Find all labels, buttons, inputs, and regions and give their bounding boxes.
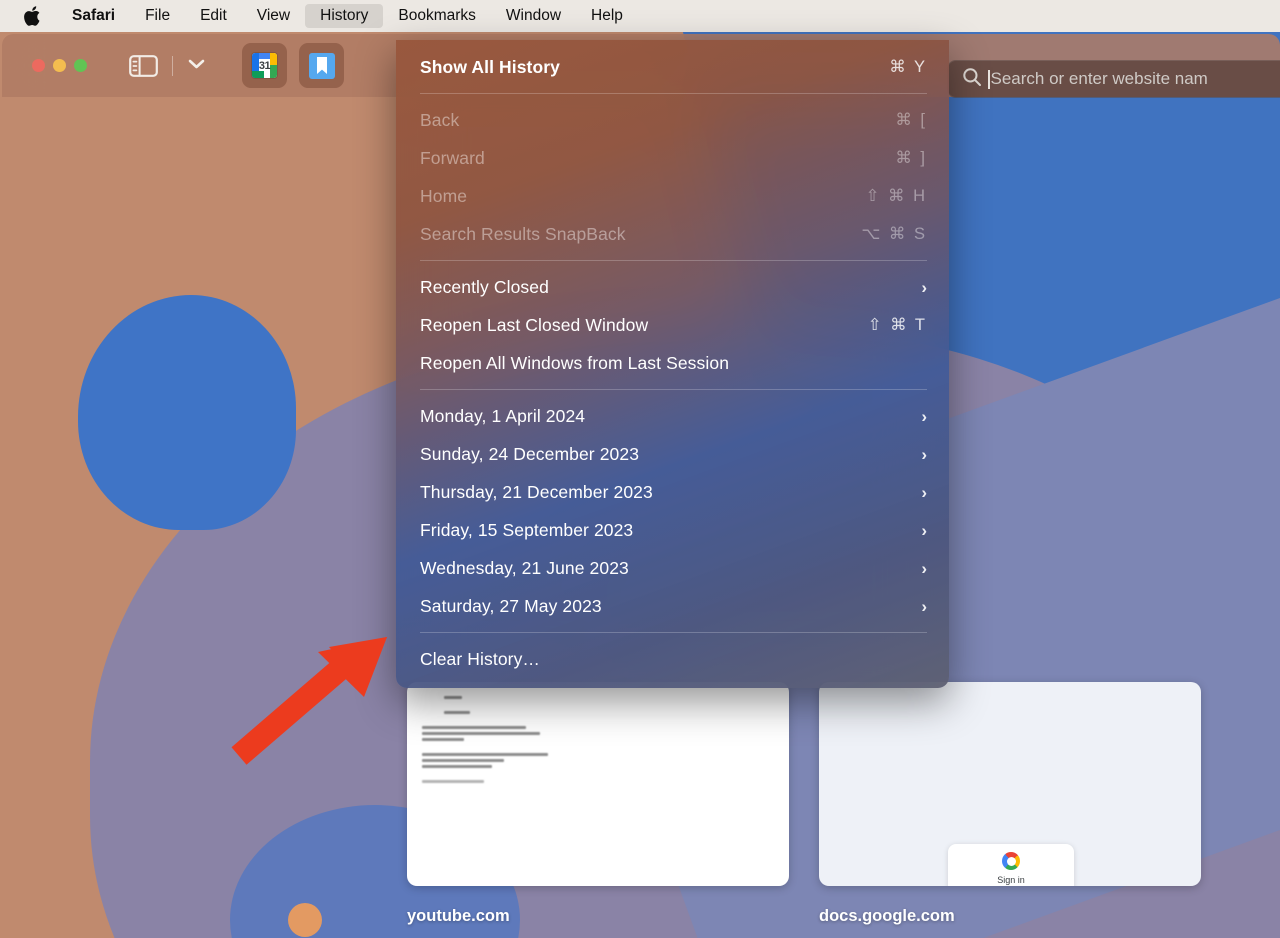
- menu-item-history-date[interactable]: Wednesday, 21 June 2023 ›: [396, 549, 949, 587]
- menubar-item-file[interactable]: File: [130, 4, 185, 28]
- menubar-item-view[interactable]: View: [242, 4, 305, 28]
- menu-item-label: Monday, 1 April 2024: [420, 405, 586, 426]
- tab-bookmarks[interactable]: [299, 43, 344, 88]
- favorite-tile-youtube[interactable]: youtube.com: [407, 682, 789, 926]
- text-caret: [988, 69, 990, 89]
- youtube-footer-preview: [422, 696, 548, 786]
- menu-item-label: Home: [420, 185, 468, 206]
- menu-item-shortcut: ⌘ Y: [889, 58, 927, 76]
- menu-item-search-results-snapback: Search Results SnapBack ⌥ ⌘ S: [396, 215, 949, 253]
- menu-section: Back ⌘ [ Forward ⌘ ] Home ⇧ ⌘ H Search R…: [396, 101, 949, 253]
- submenu-chevron-icon: ›: [921, 520, 927, 540]
- menu-item-reopen-last-closed-window[interactable]: Reopen Last Closed Window ⇧ ⌘ T: [396, 306, 949, 344]
- menu-separator: [420, 260, 927, 261]
- menu-separator: [420, 632, 927, 633]
- screen: youtube.com Sign in docs.google.com 31 S…: [0, 0, 1280, 938]
- menubar-item-window[interactable]: Window: [491, 4, 576, 28]
- menu-item-label: Saturday, 27 May 2023: [420, 595, 602, 616]
- menu-section: Recently Closed › Reopen Last Closed Win…: [396, 268, 949, 382]
- bookmark-icon: [308, 52, 335, 79]
- tab-google-calendar[interactable]: 31: [242, 43, 287, 88]
- menu-item-shortcut: ⌥ ⌘ S: [861, 225, 927, 243]
- menu-item-label: Back: [420, 109, 460, 130]
- menu-item-recently-closed[interactable]: Recently Closed ›: [396, 268, 949, 306]
- menu-item-history-date[interactable]: Friday, 15 September 2023 ›: [396, 511, 949, 549]
- google-calendar-icon: 31: [252, 53, 277, 78]
- submenu-chevron-icon: ›: [921, 482, 927, 502]
- submenu-chevron-icon: ›: [921, 277, 927, 297]
- apple-logo-icon: [24, 5, 43, 27]
- menu-section: Clear History…: [396, 640, 949, 678]
- menu-item-label: Search Results SnapBack: [420, 223, 626, 244]
- menu-item-label: Reopen All Windows from Last Session: [420, 352, 730, 373]
- menu-item-show-all-history[interactable]: Show All History ⌘ Y: [396, 48, 949, 86]
- menu-item-label: Forward: [420, 147, 485, 168]
- menu-item-shortcut: ⌘ [: [895, 111, 927, 129]
- apple-menu-button[interactable]: [20, 5, 57, 27]
- menu-item-shortcut: ⇧ ⌘ H: [865, 187, 927, 205]
- menu-item-label: Show All History: [420, 56, 560, 77]
- menu-separator: [420, 389, 927, 390]
- menubar-item-safari[interactable]: Safari: [57, 4, 130, 28]
- menu-section-history-dates: Monday, 1 April 2024 › Sunday, 24 Decemb…: [396, 397, 949, 625]
- menu-item-label: Clear History…: [420, 648, 541, 669]
- close-button[interactable]: [32, 59, 45, 72]
- menu-item-forward: Forward ⌘ ]: [396, 139, 949, 177]
- google-logo-icon: [1002, 852, 1020, 870]
- menu-item-label: Sunday, 24 December 2023: [420, 443, 640, 464]
- google-signin-label: Sign in: [997, 875, 1025, 885]
- red-pointer-arrow-icon: [225, 625, 400, 775]
- calendar-day-number: 31: [258, 59, 271, 72]
- favorite-label: docs.google.com: [819, 907, 955, 925]
- favorite-thumbnail[interactable]: [407, 682, 789, 886]
- menubar-item-edit[interactable]: Edit: [185, 4, 242, 28]
- menu-item-history-date[interactable]: Monday, 1 April 2024 ›: [396, 397, 949, 435]
- macos-menu-bar: Safari File Edit View History Bookmarks …: [0, 0, 1280, 32]
- tab-strip: 31: [242, 43, 344, 88]
- history-dropdown-menu: Show All History ⌘ Y Back ⌘ [ Forward ⌘ …: [396, 40, 949, 688]
- submenu-chevron-icon: ›: [921, 558, 927, 578]
- menu-item-history-date[interactable]: Thursday, 21 December 2023 ›: [396, 473, 949, 511]
- menu-item-label: Friday, 15 September 2023: [420, 519, 634, 540]
- address-bar[interactable]: Search or enter website nam: [947, 60, 1280, 98]
- submenu-chevron-icon: ›: [921, 406, 927, 426]
- menu-item-history-date[interactable]: Saturday, 27 May 2023 ›: [396, 587, 949, 625]
- chevron-down-icon: [187, 57, 206, 75]
- menu-item-history-date[interactable]: Sunday, 24 December 2023 ›: [396, 435, 949, 473]
- sidebar-toggle-icon: [129, 54, 158, 77]
- menubar-item-bookmarks[interactable]: Bookmarks: [383, 4, 491, 28]
- submenu-chevron-icon: ›: [921, 596, 927, 616]
- menubar-item-history[interactable]: History: [305, 4, 384, 28]
- address-bar-placeholder: Search or enter website nam: [990, 69, 1208, 88]
- maximize-button[interactable]: [74, 59, 87, 72]
- sidebar-menu-button[interactable]: [187, 57, 206, 75]
- search-icon: [962, 67, 982, 92]
- favorite-thumbnail[interactable]: Sign in: [819, 682, 1201, 886]
- menu-item-label: Thursday, 21 December 2023: [420, 481, 653, 502]
- menu-item-label: Recently Closed: [420, 276, 549, 297]
- minimize-button[interactable]: [53, 59, 66, 72]
- menu-section: Show All History ⌘ Y: [396, 48, 949, 86]
- menu-item-shortcut: ⇧ ⌘ T: [867, 316, 927, 334]
- menubar-item-help[interactable]: Help: [576, 4, 638, 28]
- toolbar-divider: [172, 55, 173, 76]
- favorite-tile-docs[interactable]: Sign in docs.google.com: [819, 682, 1201, 926]
- favorite-label: youtube.com: [407, 907, 510, 925]
- menu-item-shortcut: ⌘ ]: [895, 149, 927, 167]
- sidebar-toggle-button[interactable]: [129, 54, 158, 77]
- google-signin-card: Sign in: [948, 844, 1074, 886]
- menu-item-home: Home ⇧ ⌘ H: [396, 177, 949, 215]
- menu-item-label: Wednesday, 21 June 2023: [420, 557, 629, 578]
- favorites-row: youtube.com Sign in docs.google.com: [407, 682, 1201, 926]
- menu-item-label: Reopen Last Closed Window: [420, 314, 649, 335]
- menu-item-reopen-all-windows[interactable]: Reopen All Windows from Last Session: [396, 344, 949, 382]
- window-controls: [2, 59, 87, 72]
- submenu-chevron-icon: ›: [921, 444, 927, 464]
- menu-item-back: Back ⌘ [: [396, 101, 949, 139]
- menu-separator: [420, 93, 927, 94]
- menu-item-clear-history[interactable]: Clear History…: [396, 640, 949, 678]
